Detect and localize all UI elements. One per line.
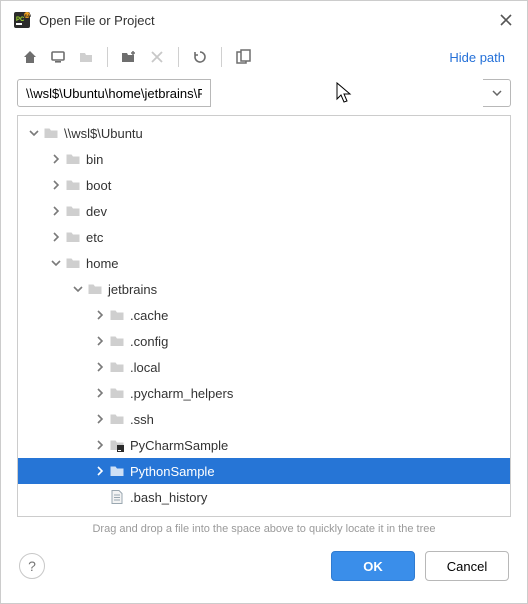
home-icon[interactable] — [17, 44, 43, 70]
svg-text:EAP: EAP — [25, 13, 32, 18]
folder-icon — [108, 332, 126, 350]
help-button[interactable]: ? — [19, 553, 45, 579]
tree-node-label: .ssh — [130, 412, 154, 427]
chevron-down-icon[interactable] — [48, 255, 64, 271]
chevron-down-icon[interactable] — [70, 281, 86, 297]
window-title: Open File or Project — [39, 13, 497, 28]
folder-icon — [108, 306, 126, 324]
chevron-right-icon[interactable] — [48, 177, 64, 193]
file-tree[interactable]: \\wsl$\Ubuntu bin boot dev etc home jetbrains.… — [17, 115, 511, 517]
tree-row[interactable]: home — [18, 250, 510, 276]
chevron-right-icon[interactable] — [48, 151, 64, 167]
tree-row[interactable]: .pycharm_helpers — [18, 380, 510, 406]
tree-node-label: .pycharm_helpers — [130, 386, 233, 401]
tree-node-label: \\wsl$\Ubuntu — [64, 126, 143, 141]
desktop-icon[interactable] — [45, 44, 71, 70]
hide-path-link[interactable]: Hide path — [449, 50, 511, 65]
tree-row[interactable]: \\wsl$\Ubuntu — [18, 120, 510, 146]
refresh-icon[interactable] — [187, 44, 213, 70]
chevron-right-icon[interactable] — [92, 411, 108, 427]
tree-node-label: PyCharmSample — [130, 438, 228, 453]
folder-icon — [64, 150, 82, 168]
button-row: ? OK Cancel — [1, 545, 527, 593]
folder-icon — [64, 202, 82, 220]
tree-node-label: etc — [86, 230, 103, 245]
chevron-right-icon[interactable] — [92, 359, 108, 375]
tree-row[interactable]: dev — [18, 198, 510, 224]
titlebar: PCEAP Open File or Project — [1, 1, 527, 39]
tree-row[interactable]: .local — [18, 354, 510, 380]
cursor-icon — [335, 81, 353, 105]
folder-icon — [108, 384, 126, 402]
toolbar: Hide path — [1, 39, 527, 75]
folder-icon — [108, 462, 126, 480]
tree-node-label: .bash_logout — [130, 516, 204, 518]
tree-row[interactable]: .cache — [18, 302, 510, 328]
toolbar-separator — [107, 47, 108, 67]
chevron-down-icon[interactable] — [26, 125, 42, 141]
tree-node-label: .local — [130, 360, 160, 375]
toolbar-separator — [221, 47, 222, 67]
path-row — [1, 75, 527, 115]
chevron-right-icon[interactable] — [48, 229, 64, 245]
tree-row[interactable]: PyCharmSample — [18, 432, 510, 458]
tree-node-label: boot — [86, 178, 111, 193]
path-dropdown-button[interactable] — [483, 79, 511, 107]
tree-node-label: bin — [86, 152, 103, 167]
chevron-right-icon[interactable] — [92, 463, 108, 479]
tree-node-label: home — [86, 256, 119, 271]
tree-node-label: dev — [86, 204, 107, 219]
tree-row[interactable]: .config — [18, 328, 510, 354]
tree-row[interactable]: bin — [18, 146, 510, 172]
new-folder-icon[interactable] — [116, 44, 142, 70]
show-hidden-icon[interactable] — [230, 44, 256, 70]
cancel-button[interactable]: Cancel — [425, 551, 509, 581]
project-icon — [73, 44, 99, 70]
pycharm-icon: PCEAP — [13, 11, 31, 29]
toolbar-separator — [178, 47, 179, 67]
tree-row[interactable]: jetbrains — [18, 276, 510, 302]
folder-icon — [86, 280, 104, 298]
file-icon — [108, 514, 126, 517]
file-icon — [108, 488, 126, 506]
chevron-right-icon[interactable] — [92, 307, 108, 323]
folder-icon — [64, 254, 82, 272]
ok-button[interactable]: OK — [331, 551, 415, 581]
chevron-right-icon[interactable] — [92, 437, 108, 453]
folder-icon — [64, 176, 82, 194]
chevron-right-icon[interactable] — [92, 333, 108, 349]
hint-text: Drag and drop a file into the space abov… — [1, 517, 527, 545]
folder-icon — [42, 124, 60, 142]
tree-row[interactable]: .bash_logout — [18, 510, 510, 517]
chevron-right-icon[interactable] — [92, 385, 108, 401]
tree-node-label: .config — [130, 334, 168, 349]
close-button[interactable] — [497, 11, 515, 29]
tree-row[interactable]: .bash_history — [18, 484, 510, 510]
tree-row[interactable]: .ssh — [18, 406, 510, 432]
folder-icon — [108, 358, 126, 376]
tree-node-label: .bash_history — [130, 490, 207, 505]
tree-node-label: .cache — [130, 308, 168, 323]
path-input[interactable] — [17, 79, 211, 107]
tree-node-label: PythonSample — [130, 464, 215, 479]
folder-icon — [64, 228, 82, 246]
tree-row[interactable]: etc — [18, 224, 510, 250]
delete-icon — [144, 44, 170, 70]
folder-icon — [108, 410, 126, 428]
tree-row[interactable]: boot — [18, 172, 510, 198]
tree-node-label: jetbrains — [108, 282, 157, 297]
chevron-right-icon[interactable] — [48, 203, 64, 219]
project-folder-icon — [108, 436, 126, 454]
tree-row[interactable]: PythonSample — [18, 458, 510, 484]
